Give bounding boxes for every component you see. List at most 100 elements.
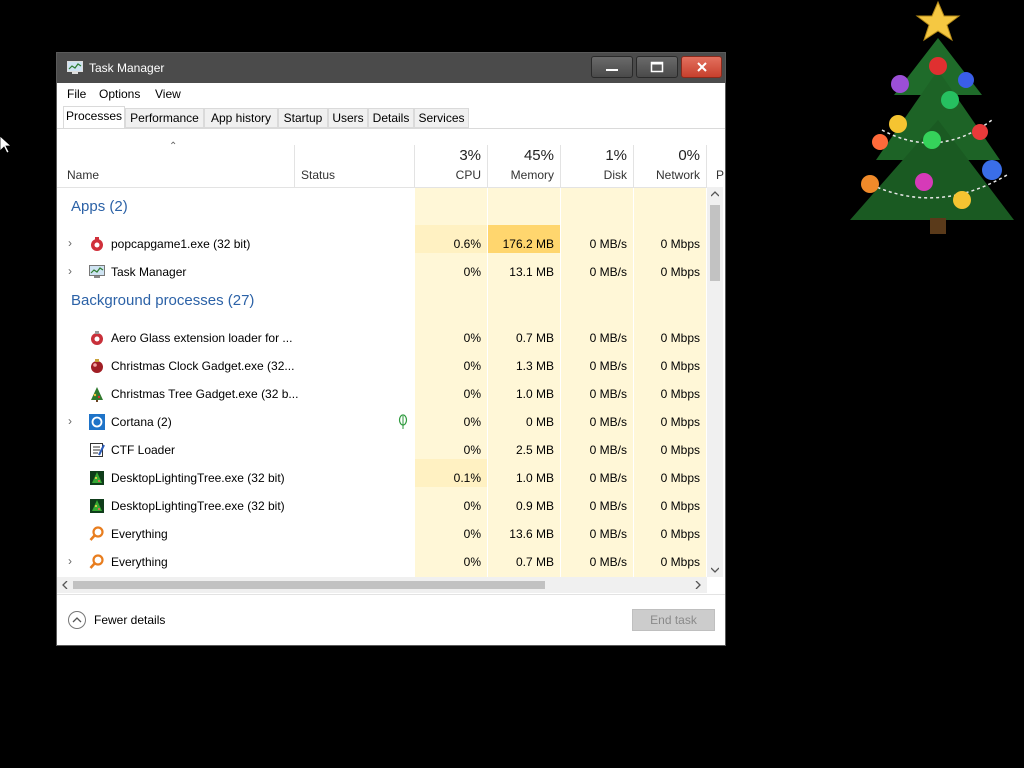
christmas-tree-icon (91, 387, 103, 402)
scroll-right-icon[interactable] (695, 581, 701, 589)
disk-percent[interactable]: 1% (561, 147, 627, 164)
disk-value: 0 MB/s (589, 265, 627, 279)
leaf-icon (398, 414, 408, 429)
menu-file[interactable]: File (67, 87, 86, 101)
group-background-processes[interactable]: Background processes (27) (71, 292, 254, 309)
maximize-button[interactable] (636, 56, 678, 78)
mouse-pointer-icon (0, 136, 12, 154)
cpu-value: 0% (463, 265, 481, 279)
end-task-button[interactable]: End task (632, 609, 715, 631)
lighting-tree-icon (90, 471, 104, 485)
minimize-icon (606, 69, 618, 71)
cpu-value: 0.6% (453, 237, 481, 251)
column-header-memory[interactable]: Memory (488, 168, 554, 182)
disk-value: 0 MB/s (589, 415, 627, 429)
memory-value: 0.9 MB (515, 499, 554, 513)
process-name: Everything (111, 527, 168, 541)
lighting-tree-icon (90, 499, 104, 513)
expand-chevron-icon[interactable]: › (68, 264, 72, 278)
fewer-details-link[interactable]: Fewer details (94, 613, 165, 627)
tab-app-history[interactable]: App history (204, 108, 278, 128)
tab-users[interactable]: Users (328, 108, 368, 128)
scroll-up-icon[interactable] (711, 191, 719, 197)
expand-chevron-icon[interactable]: › (68, 554, 72, 568)
group-apps[interactable]: Apps (2) (71, 198, 128, 215)
expand-chevron-icon[interactable]: › (68, 236, 72, 250)
collapse-circle-icon[interactable] (67, 610, 87, 630)
disk-value: 0 MB/s (589, 331, 627, 345)
maximize-icon (650, 61, 664, 73)
tab-processes[interactable]: Processes (63, 106, 125, 129)
menu-view[interactable]: View (155, 87, 181, 101)
disk-value: 0 MB/s (589, 237, 627, 251)
scroll-down-icon[interactable] (711, 567, 719, 573)
network-value: 0 Mbps (660, 499, 700, 513)
christmas-tree-gadget[interactable] (842, 0, 1017, 240)
minimize-button[interactable] (591, 56, 633, 78)
expand-chevron-icon[interactable]: › (68, 414, 72, 428)
cpu-value: 0% (463, 499, 481, 513)
ornament-icon (91, 331, 103, 345)
column-header-cpu[interactable]: CPU (415, 168, 481, 182)
process-name: Christmas Tree Gadget.exe (32 b... (111, 387, 299, 401)
sort-up-icon: ⌃ (169, 141, 178, 152)
cpu-value: 0% (463, 331, 481, 345)
memory-value: 13.6 MB (509, 527, 554, 541)
title-bar[interactable]: Task Manager (57, 53, 725, 83)
network-percent[interactable]: 0% (634, 147, 700, 164)
ctf-loader-icon (90, 443, 105, 457)
cpu-percent[interactable]: 3% (415, 147, 481, 164)
tab-startup[interactable]: Startup (278, 108, 328, 128)
disk-value: 0 MB/s (589, 527, 627, 541)
everything-search-icon (89, 526, 104, 541)
memory-percent[interactable]: 45% (488, 147, 554, 164)
column-header-power[interactable]: P (716, 168, 724, 182)
process-name: Christmas Clock Gadget.exe (32... (111, 359, 295, 373)
vertical-scroll-thumb[interactable] (710, 205, 720, 281)
memory-value: 1.3 MB (515, 359, 554, 373)
memory-value: 1.0 MB (515, 471, 554, 485)
network-value: 0 Mbps (660, 237, 700, 251)
process-name: DesktopLightingTree.exe (32 bit) (111, 471, 285, 485)
memory-value: 0.7 MB (515, 331, 554, 345)
process-name: DesktopLightingTree.exe (32 bit) (111, 499, 285, 513)
disk-value: 0 MB/s (589, 555, 627, 569)
network-value: 0 Mbps (660, 359, 700, 373)
process-name: Task Manager (111, 265, 187, 279)
task-manager-icon (67, 61, 83, 74)
tab-services[interactable]: Services (414, 108, 469, 128)
memory-value: 1.0 MB (515, 387, 554, 401)
process-name: CTF Loader (111, 443, 176, 457)
network-value: 0 Mbps (660, 415, 700, 429)
cpu-value: 0% (463, 359, 481, 373)
tab-details[interactable]: Details (368, 108, 414, 128)
disk-value: 0 MB/s (589, 387, 627, 401)
close-icon (696, 62, 707, 72)
column-header-disk[interactable]: Disk (561, 168, 627, 182)
popcap-icon (91, 237, 103, 251)
network-value: 0 Mbps (660, 471, 700, 485)
cpu-value: 0% (463, 555, 481, 569)
column-header-status[interactable]: Status (301, 168, 335, 182)
memory-value: 0 MB (525, 415, 554, 429)
cpu-value: 0% (463, 443, 481, 457)
tab-bar: Processes Performance App history Startu… (57, 105, 725, 129)
menu-bar: File Options View (57, 83, 725, 105)
column-header-network[interactable]: Network (634, 168, 700, 182)
disk-value: 0 MB/s (589, 471, 627, 485)
disk-value: 0 MB/s (589, 499, 627, 513)
everything-search-icon (89, 554, 104, 569)
scroll-left-icon[interactable] (62, 581, 68, 589)
network-value: 0 Mbps (660, 555, 700, 569)
vertical-scrollbar[interactable] (707, 187, 723, 577)
task-manager-window[interactable]: Task Manager File Options View Processes… (56, 52, 726, 646)
horizontal-scroll-thumb[interactable] (73, 581, 545, 589)
cpu-value: 0% (463, 415, 481, 429)
tab-performance[interactable]: Performance (125, 108, 204, 128)
process-name: popcapgame1.exe (32 bit) (111, 237, 251, 251)
close-button[interactable] (681, 56, 722, 78)
horizontal-scrollbar[interactable] (57, 577, 707, 593)
column-header-name[interactable]: Name (67, 168, 99, 182)
process-name: Everything (111, 555, 168, 569)
menu-options[interactable]: Options (99, 87, 140, 101)
